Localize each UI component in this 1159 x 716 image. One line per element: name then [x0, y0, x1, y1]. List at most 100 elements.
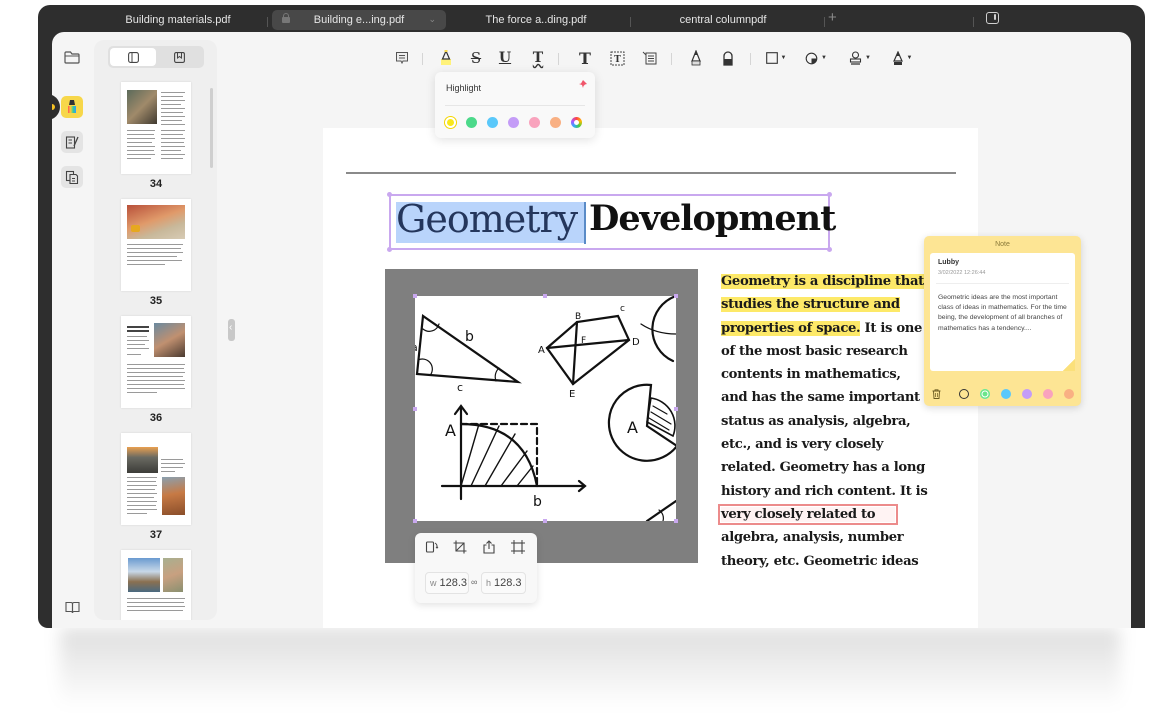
- pages-icon[interactable]: [61, 166, 83, 188]
- pin-icon[interactable]: [579, 80, 587, 88]
- tab-central-column[interactable]: central columnpdf: [638, 10, 808, 30]
- note-card: Lubby 3/02/2022 12:26:44 Geometric ideas…: [930, 253, 1075, 371]
- boxed-annotation-text[interactable]: very closely related to: [721, 507, 895, 522]
- left-rail: [52, 32, 92, 628]
- tab-building-materials[interactable]: Building materials.pdf: [98, 10, 258, 30]
- height-value: 128.3: [494, 577, 522, 589]
- toolbar-divider: [750, 53, 751, 65]
- note-body-text[interactable]: Geometric ideas are the most important c…: [938, 293, 1073, 334]
- text-line: etc., and is very closely: [721, 433, 921, 456]
- link-aspect-icon[interactable]: ∞: [471, 577, 477, 587]
- crop-handle[interactable]: [674, 294, 678, 298]
- highlighter-icon[interactable]: [61, 96, 83, 118]
- tab-building-e-ing[interactable]: Building e...ing.pdf ⌄: [272, 10, 446, 30]
- image-crop-frame: b a c B c F A D E: [385, 269, 698, 563]
- tab-bar: Building materials.pdf Building e...ing.…: [38, 5, 1145, 32]
- color-picker-icon[interactable]: [571, 117, 582, 128]
- resize-handle[interactable]: [827, 192, 832, 197]
- thumbnail-photo: [154, 323, 185, 357]
- color-swatch-pink[interactable]: [529, 117, 540, 128]
- sticky-note-popup: Note Lubby 3/02/2022 12:26:44 Geometric …: [924, 236, 1081, 406]
- crop-handle[interactable]: [413, 519, 417, 523]
- width-value: 128.3: [440, 577, 468, 589]
- title-word[interactable]: Development: [589, 198, 835, 239]
- title-selected-word[interactable]: Geometry: [396, 197, 577, 241]
- thumbnail-page-38[interactable]: [121, 550, 191, 620]
- toolbar-divider: [558, 53, 559, 65]
- book-icon[interactable]: [61, 596, 83, 618]
- replace-icon[interactable]: [511, 540, 525, 554]
- title-text-box[interactable]: Geometry Development: [389, 194, 830, 250]
- thumbnail-page-37[interactable]: [121, 433, 191, 525]
- crop-handle[interactable]: [674, 407, 678, 411]
- thumbnail-page-36[interactable]: [121, 316, 191, 408]
- stamp-icon[interactable]: ▼: [846, 46, 874, 70]
- trash-icon[interactable]: [932, 389, 941, 399]
- resize-handle[interactable]: [387, 247, 392, 252]
- crop-icon[interactable]: [453, 540, 467, 554]
- crop-handle[interactable]: [413, 407, 417, 411]
- text-line: of the most basic research: [721, 340, 921, 363]
- panel-collapse-handle[interactable]: [228, 319, 235, 341]
- signature-icon[interactable]: ▼: [888, 46, 916, 70]
- highlighted-text[interactable]: Geometry is a discipline that: [721, 274, 924, 289]
- strikethrough-icon[interactable]: S: [466, 46, 486, 70]
- bookmark-view-button[interactable]: [156, 48, 202, 66]
- highlight-icon[interactable]: [436, 46, 456, 70]
- lasso-icon[interactable]: ▼: [802, 46, 830, 70]
- squiggly-icon[interactable]: T: [528, 46, 548, 70]
- divider: [445, 105, 585, 106]
- rotate-icon[interactable]: [425, 540, 439, 554]
- eraser-icon[interactable]: [718, 46, 738, 70]
- geometry-sketch-image[interactable]: b a c B c F A D E: [415, 296, 676, 521]
- note-color-none[interactable]: [959, 389, 969, 399]
- height-field[interactable]: h 128.3: [481, 572, 526, 594]
- shape-icon[interactable]: ▼: [762, 46, 790, 70]
- pencil-icon[interactable]: [686, 46, 706, 70]
- crop-handle[interactable]: [543, 294, 547, 298]
- underline-icon[interactable]: U: [495, 46, 515, 70]
- color-swatch-green[interactable]: [466, 117, 477, 128]
- highlighted-text[interactable]: studies the structure and: [721, 297, 900, 312]
- note-color-orange[interactable]: [1064, 389, 1074, 399]
- thumbnail-page-35[interactable]: [121, 199, 191, 291]
- thumbnail-view-icon: [128, 52, 139, 63]
- text-icon[interactable]: T: [575, 46, 595, 70]
- crop-handle[interactable]: [413, 294, 417, 298]
- note-color-pink[interactable]: [1043, 389, 1053, 399]
- crop-handle[interactable]: [543, 519, 547, 523]
- tab-label: The force a..ding.pdf: [486, 14, 587, 26]
- note-color-green[interactable]: [980, 389, 990, 399]
- chevron-down-icon[interactable]: ⌄: [428, 14, 436, 25]
- tab-divider: [824, 17, 825, 27]
- note-color-blue[interactable]: [1001, 389, 1011, 399]
- resize-handle[interactable]: [387, 192, 392, 197]
- divider: [936, 283, 1069, 284]
- color-swatch-orange[interactable]: [550, 117, 561, 128]
- crop-handle[interactable]: [674, 519, 678, 523]
- highlighted-text[interactable]: properties of space.: [721, 321, 860, 336]
- color-swatch-yellow[interactable]: [445, 117, 456, 128]
- thumbnail-page-34[interactable]: [121, 82, 191, 174]
- body-paragraph: Geometry is a discipline that studies th…: [721, 270, 921, 573]
- thumbnail-photo: [127, 90, 157, 124]
- comment-icon[interactable]: [392, 46, 412, 70]
- folder-icon[interactable]: [61, 46, 83, 68]
- edit-text-icon[interactable]: [61, 131, 83, 153]
- callout-icon[interactable]: [639, 46, 659, 70]
- page-number: 37: [121, 529, 191, 541]
- tab-the-force[interactable]: The force a..ding.pdf: [456, 10, 616, 30]
- color-swatch-blue[interactable]: [487, 117, 498, 128]
- sidebar-toggle-icon[interactable]: [986, 12, 999, 24]
- width-field[interactable]: w 128.3: [425, 572, 469, 594]
- text-line: and has the same important: [721, 386, 921, 409]
- app-window: Building materials.pdf Building e...ing.…: [38, 5, 1145, 628]
- note-color-purple[interactable]: [1022, 389, 1032, 399]
- thumbnail-view-button[interactable]: [110, 48, 156, 66]
- plus-icon[interactable]: +: [828, 9, 837, 26]
- extract-icon[interactable]: [482, 540, 496, 554]
- textbox-icon[interactable]: T: [607, 46, 627, 70]
- color-swatch-purple[interactable]: [508, 117, 519, 128]
- resize-handle[interactable]: [827, 247, 832, 252]
- thumbnail-scrollbar[interactable]: [210, 88, 213, 168]
